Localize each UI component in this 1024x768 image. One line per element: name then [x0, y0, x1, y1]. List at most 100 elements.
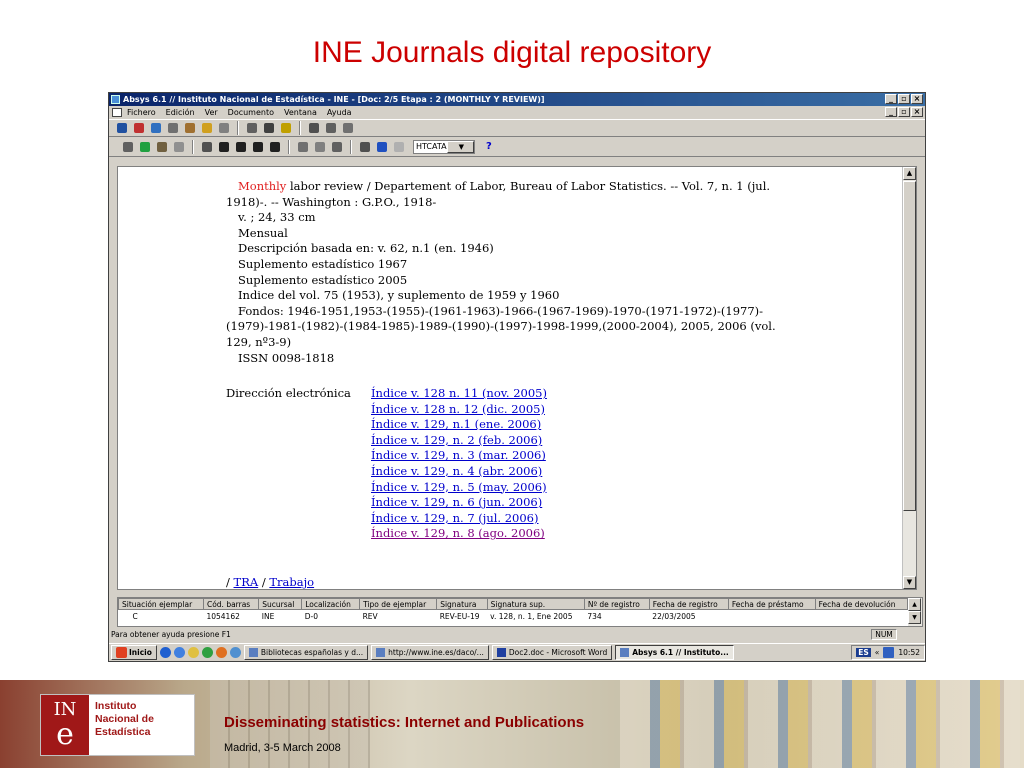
index-link[interactable]: Índice v. 129, n. 5 (may. 2006)	[371, 480, 547, 496]
index-link[interactable]: Índice v. 129, n. 3 (mar. 2006)	[371, 448, 547, 464]
media-icon[interactable]	[201, 647, 213, 658]
window-titlebar[interactable]: Absys 6.1 // Instituto Nacional de Estad…	[109, 93, 925, 106]
column-header[interactable]: Cód. barras	[202, 598, 260, 610]
grid-scrollbar[interactable]: ▲ ▼	[908, 598, 922, 626]
checkmark-icon[interactable]	[375, 140, 389, 154]
grid-view-icon[interactable]	[307, 121, 321, 135]
chevron-down-icon[interactable]: ▼	[446, 140, 474, 153]
subject-sep: /	[258, 575, 270, 589]
grid-scroll-up-icon[interactable]: ▲	[908, 598, 921, 611]
subject-link-trabajo[interactable]: Trabajo	[269, 575, 314, 589]
doc-restore-button[interactable]: ▫	[898, 107, 910, 117]
menu-ayuda[interactable]: Ayuda	[327, 106, 352, 119]
code-icon[interactable]	[392, 140, 406, 154]
ie-icon[interactable]	[173, 647, 185, 658]
column-header[interactable]: Fecha de registro	[648, 598, 729, 610]
column-header[interactable]: Situación ejemplar	[118, 598, 204, 610]
scroll-down-icon[interactable]: ▼	[903, 576, 916, 589]
column-header[interactable]: Fecha de devolución	[814, 598, 909, 610]
index-link[interactable]: Índice v. 129, n. 7 (jul. 2006)	[371, 511, 547, 527]
window-view-icon[interactable]	[341, 121, 355, 135]
task-label: http://www.ine.es/daco/...	[388, 648, 484, 657]
task-label: Doc2.doc - Microsoft Word	[508, 648, 608, 657]
close-button[interactable]: ×	[911, 94, 923, 104]
column-header[interactable]: Localización	[301, 598, 361, 610]
grid-scroll-down-icon[interactable]: ▼	[908, 611, 921, 624]
maximize-button[interactable]: ▫	[898, 94, 910, 104]
task-absys[interactable]: Absys 6.1 // Instituto...	[615, 645, 734, 660]
messenger-icon[interactable]	[229, 647, 241, 658]
menu-documento[interactable]: Documento	[228, 106, 274, 119]
menu-edicion[interactable]: Edición	[166, 106, 195, 119]
help-icon[interactable]	[279, 121, 293, 135]
column-header[interactable]: Signatura sup.	[486, 598, 585, 610]
folder-icon[interactable]	[187, 647, 199, 658]
prev-record-icon[interactable]	[234, 140, 248, 154]
pencil-icon[interactable]	[155, 140, 169, 154]
format-select[interactable]: HTCATA ▼	[413, 139, 475, 154]
paste-icon[interactable]	[313, 140, 327, 154]
subject-link-tra[interactable]: TRA	[234, 575, 259, 589]
user-icon[interactable]	[183, 121, 197, 135]
tools-icon[interactable]	[166, 121, 180, 135]
search-icon[interactable]	[200, 140, 214, 154]
edit-icon[interactable]	[200, 121, 214, 135]
record-line: Descripción basada en: v. 62, n.1 (en. 1…	[238, 241, 494, 256]
index-link[interactable]: Índice v. 129, n. 6 (jun. 2006)	[371, 495, 547, 511]
slide-footer: IN e Instituto Nacional de Estadística D…	[0, 680, 1024, 768]
window-title: Absys 6.1 // Instituto Nacional de Estad…	[123, 95, 545, 104]
link-icon[interactable]	[121, 140, 135, 154]
duplicate-icon[interactable]	[330, 140, 344, 154]
table-row[interactable]: C 1054162 INE D-0 REV REV-EU-19 v. 128, …	[119, 610, 908, 623]
doc-minimize-button[interactable]: _	[885, 107, 897, 117]
question-icon[interactable]: ?	[486, 141, 492, 152]
form-view-icon[interactable]	[324, 121, 338, 135]
firefox-icon[interactable]	[215, 647, 227, 658]
start-button[interactable]: Inicio	[111, 645, 157, 660]
tray-expand-icon[interactable]: «	[875, 648, 880, 657]
last-record-icon[interactable]	[268, 140, 282, 154]
index-link[interactable]: Índice v. 129, n.1 (ene. 2006)	[371, 417, 547, 433]
slide-title: INE Journals digital repository	[312, 36, 712, 69]
vertical-scrollbar[interactable]: ▲ ▼	[902, 167, 916, 589]
save-icon[interactable]	[115, 121, 129, 135]
next-record-icon[interactable]	[251, 140, 265, 154]
preview-icon[interactable]	[245, 121, 259, 135]
table-cell: REV-EU-19	[439, 611, 480, 621]
task-ine-browser[interactable]: http://www.ine.es/daco/...	[371, 645, 489, 660]
language-indicator[interactable]: ES	[856, 648, 871, 657]
menu-ventana[interactable]: Ventana	[284, 106, 317, 119]
task-word[interactable]: Doc2.doc - Microsoft Word	[491, 645, 613, 660]
index-link[interactable]: Índice v. 128 n. 12 (dic. 2005)	[371, 402, 547, 418]
minimize-button[interactable]: _	[885, 94, 897, 104]
column-header[interactable]: Fecha de préstamo	[727, 598, 816, 610]
copy-icon[interactable]	[296, 140, 310, 154]
column-header[interactable]: Nº de registro	[583, 598, 650, 610]
transfer-icon[interactable]	[358, 140, 372, 154]
scroll-thumb[interactable]	[903, 181, 916, 511]
column-header[interactable]: Signatura	[436, 598, 488, 610]
export-icon[interactable]	[132, 121, 146, 135]
menu-ver[interactable]: Ver	[205, 106, 218, 119]
browser-icon[interactable]	[159, 647, 171, 658]
scroll-up-icon[interactable]: ▲	[903, 167, 916, 180]
index-link[interactable]: Índice v. 128 n. 11 (nov. 2005)	[371, 386, 547, 402]
task-bibliotecas[interactable]: Bibliotecas españolas y d...	[243, 645, 369, 660]
index-link[interactable]: Índice v. 129, n. 4 (abr. 2006)	[371, 464, 547, 480]
network-icon[interactable]	[883, 647, 895, 658]
add-icon[interactable]	[138, 140, 152, 154]
column-header[interactable]: Sucursal	[258, 598, 303, 610]
menu-fichero[interactable]: Fichero	[127, 106, 156, 119]
index-link[interactable]: Índice v. 129, n. 2 (feb. 2006)	[371, 433, 547, 449]
import-icon[interactable]	[149, 121, 163, 135]
windows-logo-icon	[116, 647, 127, 658]
column-header[interactable]: Tipo de ejemplar	[359, 598, 438, 610]
index-link-visited[interactable]: Índice v. 129, n. 8 (ago. 2006)	[371, 526, 547, 542]
record-issn: ISSN 0098-1818	[238, 350, 335, 365]
first-record-icon[interactable]	[217, 140, 231, 154]
eraser-icon[interactable]	[172, 140, 186, 154]
record-line: Mensual	[238, 225, 288, 240]
print-icon[interactable]	[262, 121, 276, 135]
config-icon[interactable]	[217, 121, 231, 135]
doc-close-button[interactable]: ×	[911, 107, 923, 117]
